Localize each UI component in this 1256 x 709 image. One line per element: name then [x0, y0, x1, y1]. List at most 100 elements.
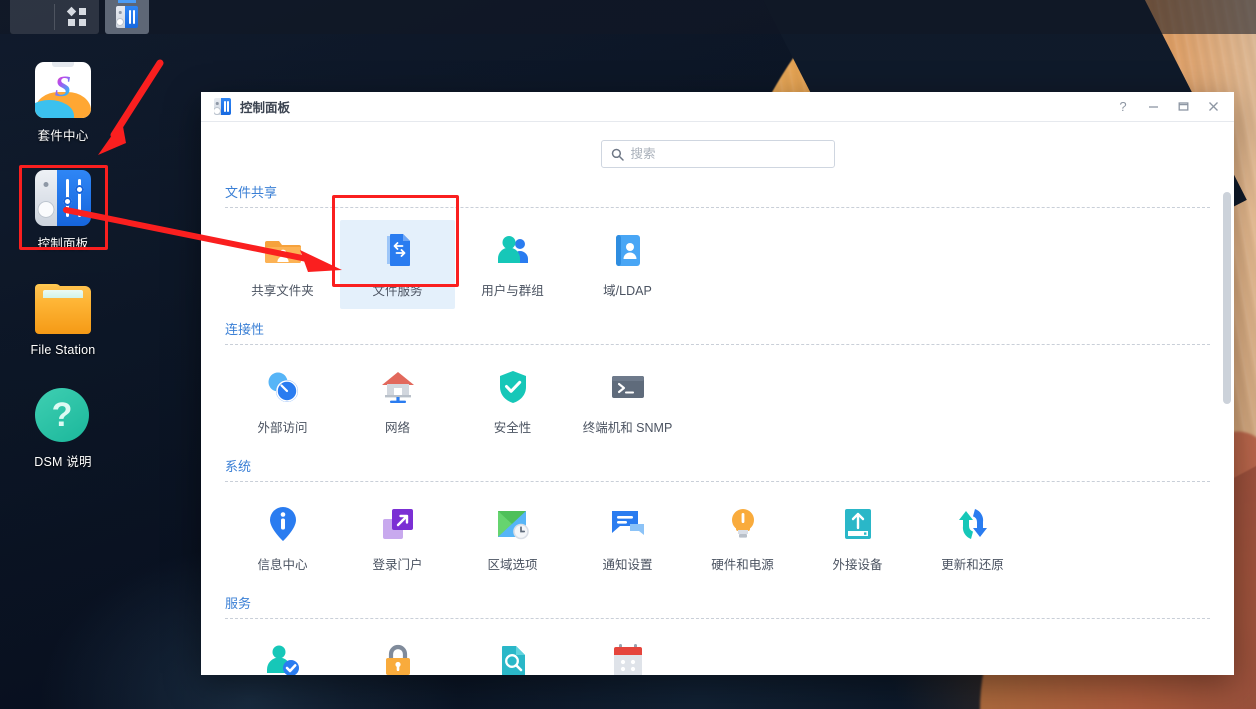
external-access-icon	[262, 366, 304, 408]
section-tiles: Synology 帐户 应用程序权限	[225, 619, 1234, 675]
tile-label: 信息中心	[257, 554, 307, 573]
tile-label: 硬件和电源	[711, 554, 774, 573]
tile-login-portal[interactable]: 登录门户	[340, 494, 455, 583]
section-tiles: 信息中心 登录门户	[225, 482, 1234, 583]
section-title: 服务	[225, 583, 1210, 618]
control-panel-icon	[116, 6, 138, 28]
tile-hardware-power[interactable]: 硬件和电源	[685, 494, 800, 583]
search-box[interactable]	[601, 140, 835, 168]
tile-info-center[interactable]: 信息中心	[225, 494, 340, 583]
indexing-service-icon	[492, 640, 534, 675]
maximize-button[interactable]	[1168, 92, 1198, 122]
section-file-sharing: 文件共享 共享文件夹	[201, 172, 1234, 309]
control-panel-body: 文件共享 共享文件夹	[201, 122, 1234, 675]
tile-label: 外部访问	[257, 417, 307, 436]
tile-label: 更新和还原	[941, 554, 1004, 573]
regional-options-icon	[492, 503, 534, 545]
grid-menu-icon	[68, 8, 86, 26]
tile-label: 区域选项	[487, 554, 537, 573]
synology-account-icon	[262, 640, 304, 675]
scrollbar-thumb[interactable]	[1223, 192, 1231, 404]
update-restore-icon	[952, 503, 994, 545]
tile-label: 共享文件夹	[251, 280, 314, 299]
network-icon	[377, 366, 419, 408]
tile-label: 安全性	[494, 417, 532, 436]
taskbar-main-group	[10, 0, 99, 34]
tile-label: 域/LDAP	[603, 280, 652, 299]
tile-terminal-snmp[interactable]: 终端机和 SNMP	[570, 357, 685, 446]
section-connectivity: 连接性 外部访问	[201, 309, 1234, 446]
tile-regional-options[interactable]: 区域选项	[455, 494, 570, 583]
domain-ldap-icon	[607, 229, 649, 271]
package-center-icon: S	[35, 62, 91, 118]
desktop-icon-file-station[interactable]: File Station	[15, 280, 111, 357]
security-shield-icon	[492, 366, 534, 408]
hardware-power-icon	[722, 503, 764, 545]
desktop-icon-label: 控制面板	[38, 233, 89, 252]
tile-task-scheduler[interactable]: 任务计划	[570, 631, 685, 675]
tile-external-access[interactable]: 外部访问	[225, 357, 340, 446]
tile-app-privileges[interactable]: 应用程序权限	[340, 631, 455, 675]
tile-shared-folder[interactable]: 共享文件夹	[225, 220, 340, 309]
help-button[interactable]: ?	[1108, 92, 1138, 122]
app-privileges-icon	[377, 640, 419, 675]
task-scheduler-icon	[607, 640, 649, 675]
control-panel-window: 控制面板 ? 文件共享	[201, 92, 1234, 675]
tile-label: 用户与群组	[481, 280, 544, 299]
desktop-icon-package-center[interactable]: S 套件中心	[15, 62, 111, 144]
tile-label: 文件服务	[372, 280, 422, 299]
section-tiles: 共享文件夹 文件服务	[225, 208, 1234, 309]
desktop-icon-label: DSM 说明	[34, 451, 91, 470]
notification-icon	[607, 503, 649, 545]
section-tiles: 外部访问 网络	[225, 345, 1234, 446]
tile-update-restore[interactable]: 更新和还原	[915, 494, 1030, 583]
taskbar-left-slot[interactable]	[10, 0, 54, 34]
desktop-icon-label: 套件中心	[38, 125, 89, 144]
tile-security[interactable]: 安全性	[455, 357, 570, 446]
tile-indexing-service[interactable]: 索引服务	[455, 631, 570, 675]
minimize-button[interactable]	[1138, 92, 1168, 122]
tile-users-groups[interactable]: 用户与群组	[455, 220, 570, 309]
taskbar-app-control-panel[interactable]	[105, 0, 149, 34]
tile-label: 通知设置	[602, 554, 652, 573]
close-button[interactable]	[1198, 92, 1228, 122]
tile-label: 终端机和 SNMP	[583, 417, 673, 436]
tile-file-service[interactable]: 文件服务	[340, 220, 455, 309]
section-title: 系统	[225, 446, 1210, 481]
tile-label: 登录门户	[372, 554, 422, 573]
question-mark-icon: ?	[35, 388, 91, 444]
section-services: 服务 Synology 帐户	[201, 583, 1234, 675]
search-icon	[611, 148, 624, 161]
desktop-icon-control-panel[interactable]: 控制面板	[15, 170, 111, 252]
section-title: 连接性	[225, 309, 1210, 344]
search-input[interactable]	[631, 147, 825, 161]
desktop-icon-label: File Station	[31, 343, 96, 357]
tile-external-devices[interactable]: 外接设备	[800, 494, 915, 583]
info-center-icon	[262, 503, 304, 545]
shared-folder-icon	[262, 229, 304, 271]
tile-label: 外接设备	[832, 554, 882, 573]
control-panel-icon	[214, 98, 231, 115]
desktop-icon-dsm-help[interactable]: ? DSM 说明	[15, 388, 111, 470]
section-system: 系统 信息中心	[201, 446, 1234, 583]
tile-domain-ldap[interactable]: 域/LDAP	[570, 220, 685, 309]
taskbar-active-indicator	[118, 0, 136, 3]
login-portal-icon	[377, 503, 419, 545]
external-devices-icon	[837, 503, 879, 545]
tile-label: 网络	[385, 417, 410, 436]
control-panel-icon	[35, 170, 91, 226]
taskbar	[0, 0, 1256, 34]
search-area	[201, 122, 1234, 172]
file-service-icon	[377, 229, 419, 271]
vertical-scrollbar[interactable]	[1223, 128, 1231, 669]
window-title: 控制面板	[240, 97, 290, 116]
main-menu-button[interactable]	[55, 0, 99, 34]
folder-icon	[35, 280, 91, 336]
section-title: 文件共享	[225, 172, 1210, 207]
window-titlebar: 控制面板 ?	[201, 92, 1234, 122]
tile-synology-account[interactable]: Synology 帐户	[225, 631, 340, 675]
terminal-snmp-icon	[607, 366, 649, 408]
users-groups-icon	[492, 229, 534, 271]
tile-notification[interactable]: 通知设置	[570, 494, 685, 583]
tile-network[interactable]: 网络	[340, 357, 455, 446]
